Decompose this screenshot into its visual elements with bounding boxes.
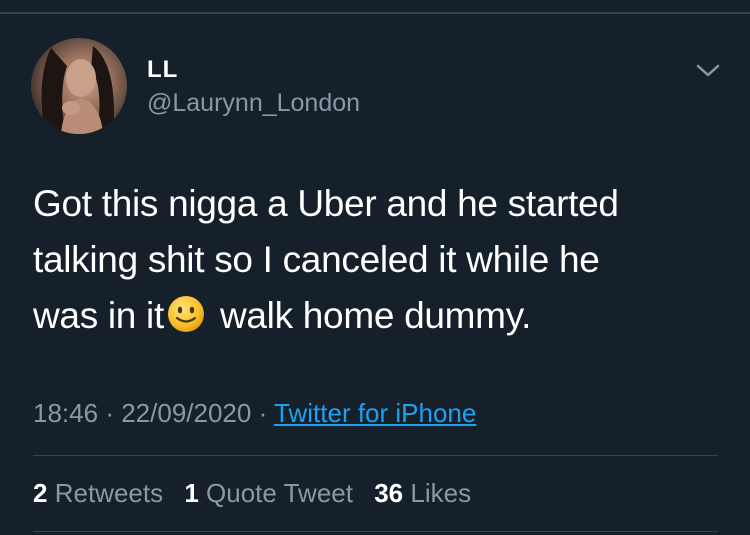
- stats-bottom-divider: [33, 531, 718, 532]
- display-name[interactable]: LL: [147, 56, 178, 84]
- tweet-text-line: talking shit so I canceled it while he: [33, 239, 600, 280]
- tweet-text-fragment: was in it: [33, 295, 164, 336]
- retweets-count: 2: [33, 478, 48, 508]
- stats-top-divider: [33, 455, 718, 456]
- avatar[interactable]: [31, 38, 127, 134]
- meta-separator: ·: [105, 398, 114, 428]
- meta-separator: ·: [258, 398, 268, 428]
- slightly-smiling-face-emoji-icon: [166, 294, 206, 334]
- tweet-text-line: Got this nigga a Uber and he started: [33, 183, 619, 224]
- tweet-source-link[interactable]: Twitter for iPhone: [274, 398, 476, 428]
- likes-stat[interactable]: 36 Likes: [374, 478, 471, 508]
- quote-tweets-stat[interactable]: 1 Quote Tweet: [184, 478, 353, 508]
- chevron-down-icon[interactable]: [693, 58, 723, 82]
- likes-label: Likes: [410, 478, 472, 508]
- tweet-text-fragment: walk home dummy.: [219, 295, 532, 336]
- tweet-meta: 18:46 · 22/09/2020 · Twitter for iPhone: [33, 398, 476, 429]
- tweet-text-line: was in it walk home dummy.: [33, 288, 723, 344]
- tweet-view: LL @Laurynn_London Got this nigga a Uber…: [0, 0, 750, 535]
- tweet-time[interactable]: 18:46: [33, 398, 98, 428]
- tweet-date[interactable]: 22/09/2020: [121, 398, 251, 428]
- tweet-stats: 2 Retweets 1 Quote Tweet 36 Likes: [33, 478, 485, 509]
- quote-tweets-count: 1: [184, 478, 199, 508]
- retweets-label: Retweets: [54, 478, 164, 508]
- user-handle[interactable]: @Laurynn_London: [147, 89, 360, 118]
- likes-count: 36: [374, 478, 404, 508]
- quote-tweets-label: Quote Tweet: [206, 478, 353, 508]
- retweets-stat[interactable]: 2 Retweets: [33, 478, 163, 508]
- avatar-image: [41, 46, 115, 134]
- tweet-text: Got this nigga a Uber and he started tal…: [33, 176, 723, 344]
- top-divider: [0, 12, 750, 14]
